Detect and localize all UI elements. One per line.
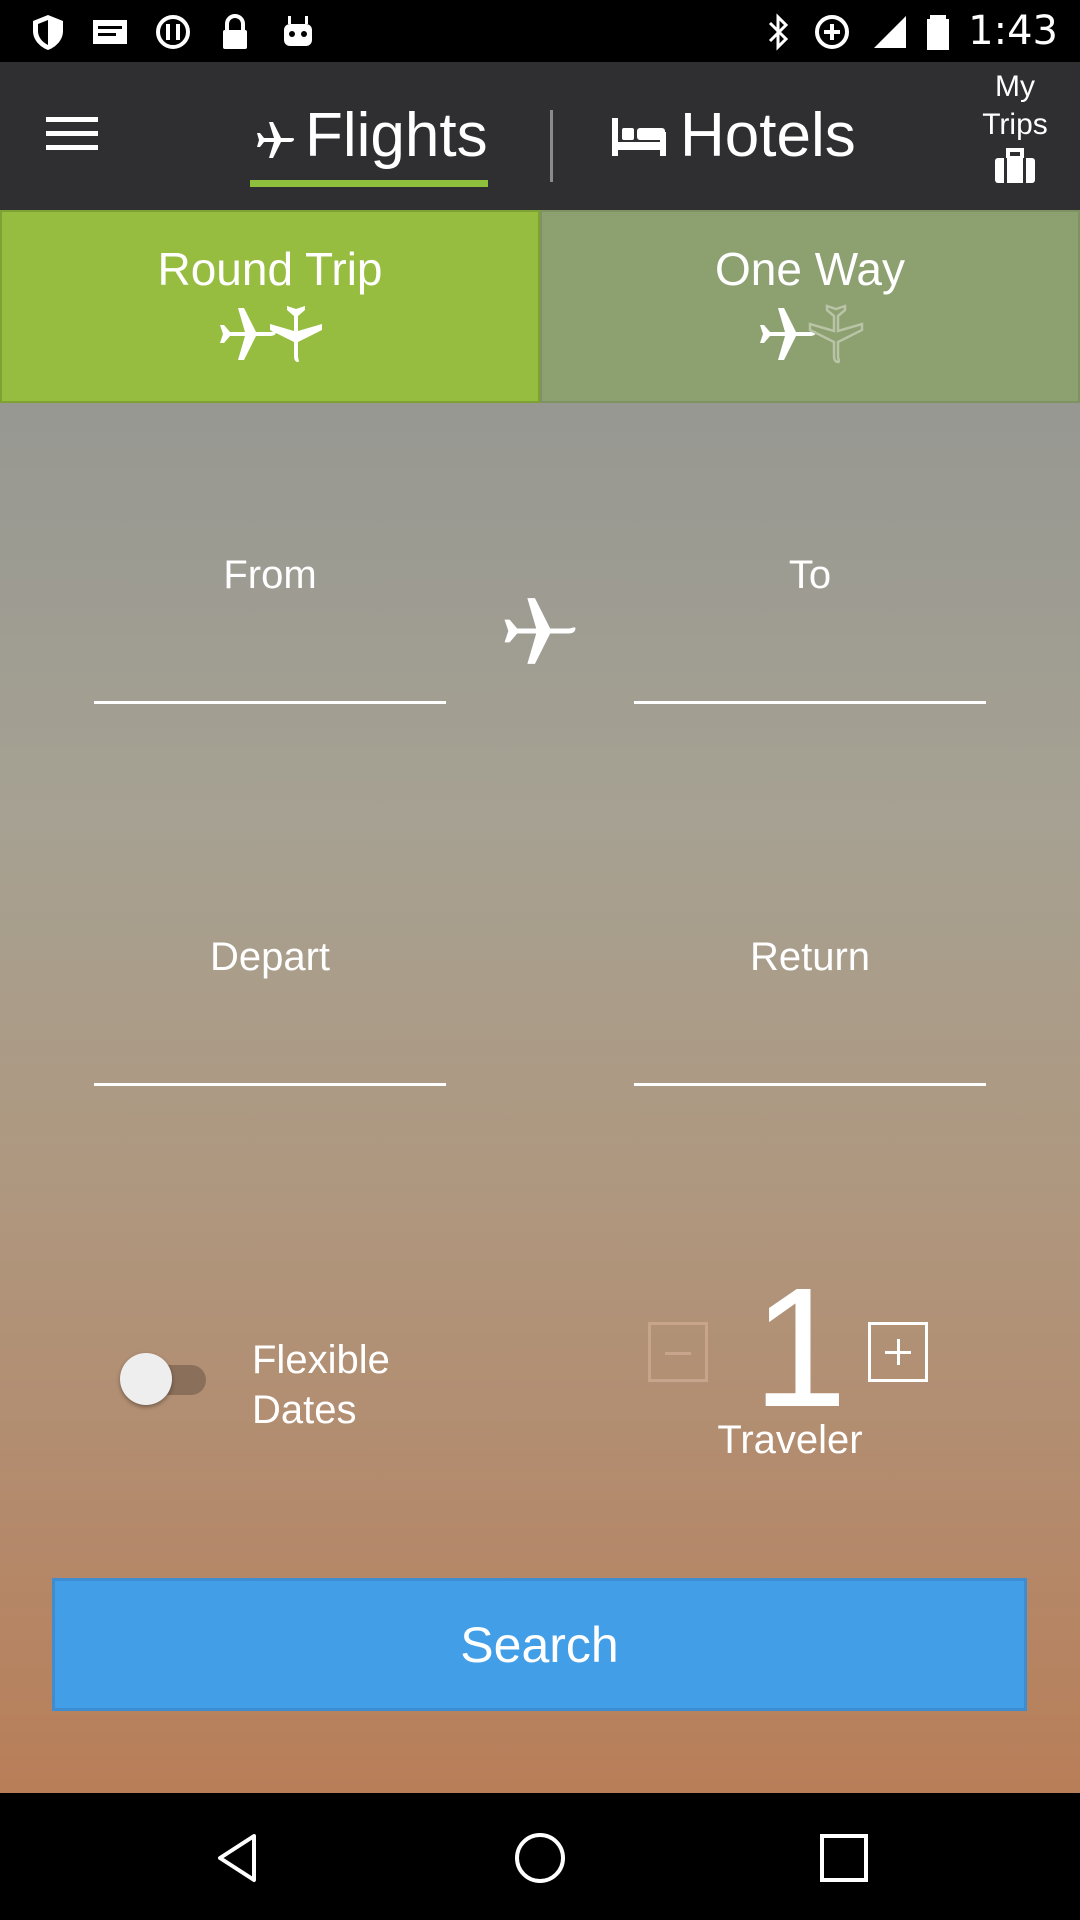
flexible-dates-line1: Flexible	[252, 1338, 390, 1382]
toggle-knob	[120, 1353, 172, 1405]
bed-icon	[612, 118, 666, 156]
status-time: 1:43	[968, 8, 1058, 54]
from-input-underline	[94, 701, 446, 704]
increase-travelers-button[interactable]	[868, 1322, 928, 1382]
return-input[interactable]	[634, 1025, 986, 1075]
to-input-underline	[634, 701, 986, 704]
decrease-travelers-button[interactable]	[648, 1322, 708, 1382]
round-trip-label: Round Trip	[157, 243, 383, 295]
tab-flights-label: Flights	[305, 101, 488, 170]
depart-input[interactable]	[94, 1025, 446, 1075]
return-label: Return	[749, 935, 871, 979]
mail-icon	[93, 20, 127, 44]
nav-divider	[550, 110, 553, 182]
active-tab-indicator	[250, 180, 488, 187]
one-way-label: One Way	[714, 243, 906, 295]
depart-label: Depart	[209, 935, 331, 979]
flexible-dates-line2: Dates	[252, 1388, 357, 1432]
from-input[interactable]	[94, 643, 446, 693]
recents-icon[interactable]	[816, 1830, 872, 1886]
tab-hotels-label: Hotels	[680, 101, 856, 170]
battery-icon	[927, 15, 949, 50]
status-bar: 1:43	[0, 0, 1080, 62]
bluetooth-icon	[768, 13, 789, 51]
to-label: To	[788, 553, 832, 597]
my-trips-label-line2: Trips	[982, 108, 1048, 141]
sync-icon	[156, 15, 190, 49]
flexible-dates-toggle[interactable]	[120, 1353, 210, 1405]
to-input[interactable]	[634, 643, 986, 693]
android-navigation-bar	[0, 1793, 1080, 1920]
top-navigation: Flights Hotels My Trips	[0, 62, 1080, 210]
return-input-underline	[634, 1083, 986, 1086]
tab-hotels[interactable]: Hotels	[610, 92, 870, 182]
my-trips-button[interactable]: My Trips	[960, 68, 1070, 184]
lock-icon	[223, 14, 247, 49]
traveler-label: Traveler	[717, 1418, 863, 1462]
one-way-icon	[760, 304, 864, 364]
shield-icon	[33, 15, 63, 50]
round-trip-tab[interactable]: Round Trip	[0, 210, 540, 403]
hamburger-icon[interactable]	[46, 117, 98, 153]
android-icon	[284, 16, 312, 46]
traveler-count: 1	[752, 1253, 848, 1443]
depart-input-underline	[94, 1083, 446, 1086]
airplane-icon	[257, 122, 294, 158]
suitcase-icon	[995, 148, 1035, 183]
search-button[interactable]: Search	[52, 1578, 1027, 1711]
my-trips-label-line1: My	[995, 70, 1035, 103]
trip-type-tabs: Round Trip One Way	[0, 210, 1080, 403]
flexible-dates-label: Flexible Dates	[252, 1335, 390, 1435]
tab-flights[interactable]: Flights	[250, 92, 488, 187]
one-way-tab[interactable]: One Way	[540, 210, 1080, 403]
airplane-icon	[504, 598, 576, 664]
data-saver-icon	[815, 15, 849, 49]
signal-icon	[874, 16, 906, 48]
home-icon[interactable]	[512, 1830, 568, 1886]
round-trip-icon	[220, 306, 322, 362]
flight-search-form: From To Depart Return Flexible Dates 1 T…	[0, 403, 1080, 1793]
back-icon[interactable]	[210, 1830, 266, 1886]
from-label: From	[223, 553, 317, 597]
